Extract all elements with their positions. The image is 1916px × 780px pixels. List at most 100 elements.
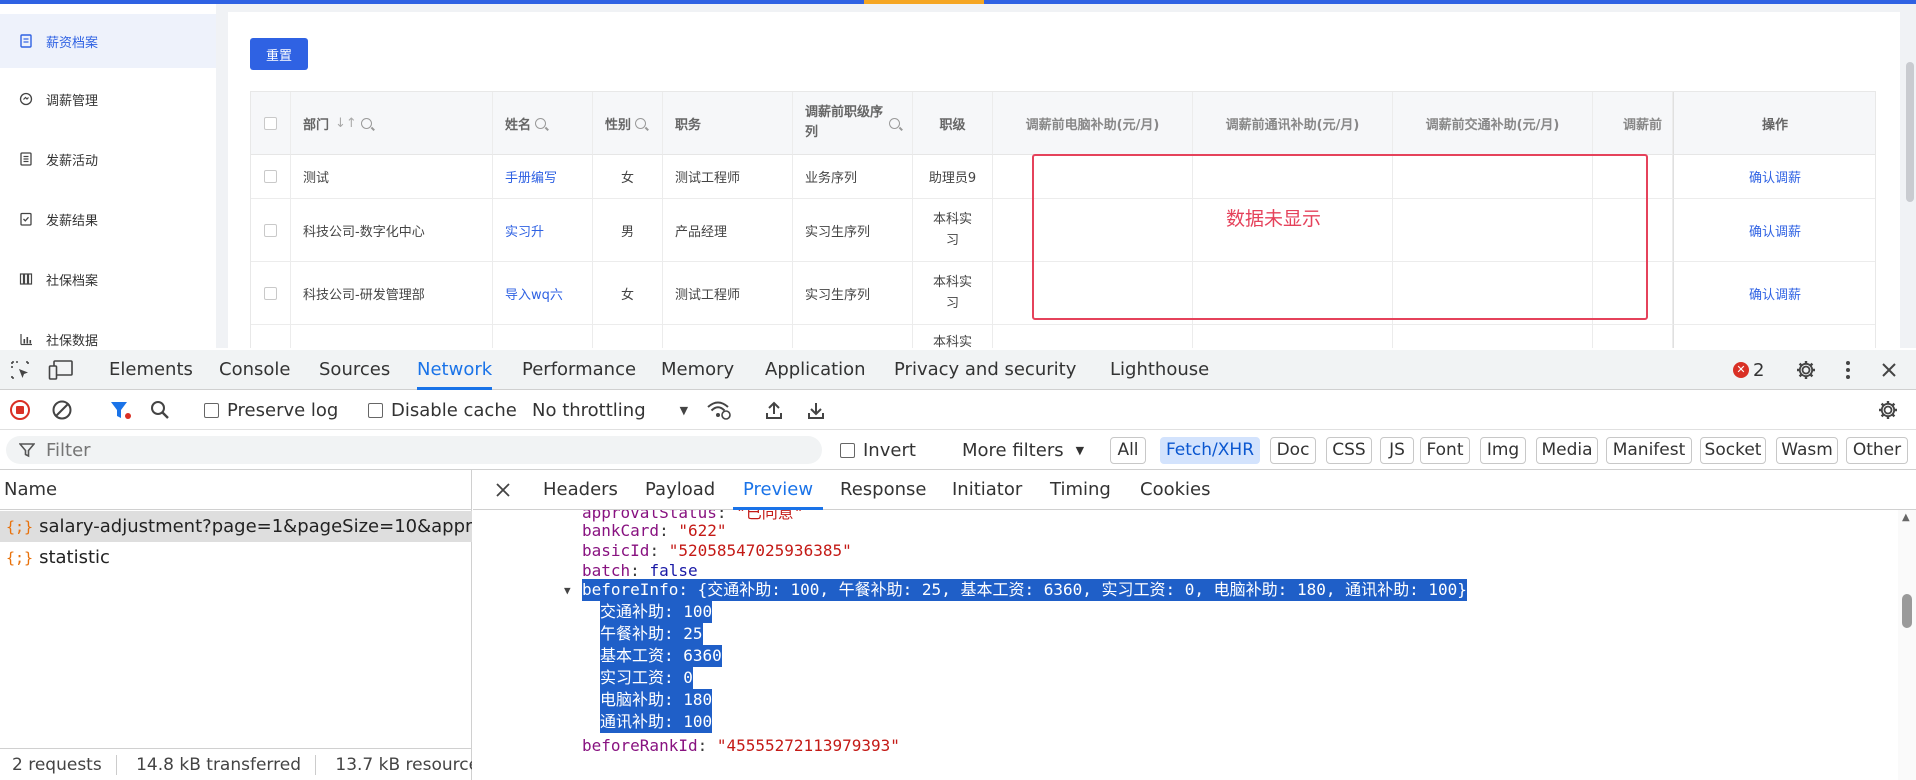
json-child-line[interactable]: 午餐补助: 25 (600, 623, 703, 645)
json-child-line[interactable]: 电脑补助: 180 (600, 689, 713, 711)
export-har-icon[interactable] (804, 399, 828, 421)
sort-icon[interactable]: ↓↑ (335, 116, 357, 131)
tab-performance[interactable]: Performance (522, 350, 636, 390)
tab-lighthouse[interactable]: Lighthouse (1110, 350, 1209, 390)
tab-elements[interactable]: Elements (109, 350, 193, 390)
scroll-up-arrow-icon[interactable]: ▲ (1902, 512, 1910, 523)
filter-funnel-icon[interactable] (108, 399, 134, 421)
sidebar-item-social-data[interactable]: 社保数据 (0, 312, 216, 348)
tab-payload[interactable]: Payload (645, 470, 715, 510)
checkbox[interactable] (264, 223, 277, 237)
confirm-adjust-link[interactable]: 确认调薪 (1673, 155, 1875, 199)
sidebar-item-salary-adjust[interactable]: 调薪管理 (0, 72, 216, 126)
reset-button[interactable]: 重置 (250, 38, 308, 70)
header-gender[interactable]: 性别 (593, 92, 663, 155)
record-stop-icon[interactable] (8, 399, 32, 421)
confirm-adjust-link[interactable]: 确认调薪 (1673, 262, 1875, 325)
more-filters-dropdown[interactable]: More filters ▼ (962, 430, 1084, 470)
checkbox[interactable] (840, 442, 855, 458)
json-child-line[interactable]: 实习工资: 0 (600, 667, 693, 689)
app-scrollbar[interactable] (1906, 62, 1914, 202)
sidebar-item-payroll-activity[interactable]: 发薪活动 (0, 132, 216, 186)
sidebar-item-payroll-result[interactable]: 发薪结果 (0, 192, 216, 246)
type-filter-fetch-xhr[interactable]: Fetch/XHR (1160, 437, 1260, 464)
sidebar-item-social-archive[interactable]: 社保档案 (0, 252, 216, 306)
cell-name-link[interactable]: 导入wq六 (493, 262, 593, 325)
search-icon[interactable] (148, 399, 172, 421)
type-filter-doc[interactable]: Doc (1270, 437, 1316, 464)
type-filter-wasm[interactable]: Wasm (1776, 437, 1838, 464)
device-toolbar-icon[interactable] (48, 358, 74, 382)
type-filter-all[interactable]: All (1110, 437, 1146, 464)
json-line[interactable]: bankCard: "622" (582, 520, 727, 542)
json-line-selected[interactable]: beforeInfo: {交通补助: 100, 午餐补助: 25, 基本工资: … (582, 579, 1467, 601)
tab-console[interactable]: Console (219, 350, 290, 390)
type-filter-js[interactable]: JS (1380, 437, 1414, 464)
json-child-line[interactable]: 交通补助: 100 (600, 601, 713, 623)
settings-gear-icon[interactable] (1794, 359, 1818, 381)
error-indicator[interactable]: ✕ 2 (1733, 359, 1764, 381)
tab-response[interactable]: Response (840, 470, 926, 510)
import-har-icon[interactable] (762, 399, 786, 421)
json-line[interactable]: basicId: "52058547025936385" (582, 540, 852, 562)
sidebar-item-salary-archive[interactable]: 薪资档案 (0, 14, 216, 68)
tab-network[interactable]: Network (417, 350, 493, 390)
filter-input[interactable] (6, 436, 822, 464)
tab-preview[interactable]: Preview (732, 470, 824, 510)
expand-triangle-icon[interactable]: ▼ (564, 580, 571, 602)
json-line[interactable]: beforeRankId: "45555272113979393" (582, 735, 900, 757)
header-dept[interactable]: 部门 ↓↑ (291, 92, 493, 155)
checkbox[interactable] (368, 402, 383, 418)
more-options-icon[interactable] (1838, 359, 1858, 381)
type-filter-socket[interactable]: Socket (1700, 437, 1766, 464)
search-icon[interactable] (535, 117, 547, 129)
row-select[interactable] (251, 199, 291, 262)
close-devtools-icon[interactable] (1878, 359, 1900, 381)
type-filter-font[interactable]: Font (1420, 437, 1470, 464)
checkbox[interactable] (204, 402, 219, 418)
search-icon[interactable] (360, 117, 372, 129)
request-list-header[interactable]: Name (0, 470, 472, 510)
row-select[interactable] (251, 262, 291, 325)
type-filter-img[interactable]: Img (1480, 437, 1526, 464)
network-settings-gear-icon[interactable] (1876, 399, 1900, 421)
row-select[interactable] (251, 155, 291, 199)
json-child-line[interactable]: 通讯补助: 100 (600, 711, 713, 733)
tab-timing[interactable]: Timing (1050, 470, 1111, 510)
search-icon[interactable] (889, 117, 900, 129)
checkbox[interactable] (264, 170, 277, 183)
type-filter-media[interactable]: Media (1536, 437, 1598, 464)
request-row[interactable]: {;} salary-adjustment?page=1&pageSize=10… (0, 511, 472, 542)
throttling-select[interactable]: No throttling ▼ (532, 390, 688, 430)
tab-headers[interactable]: Headers (543, 470, 618, 510)
checkbox[interactable] (264, 116, 277, 130)
header-seq[interactable]: 调薪前职级序列 (793, 92, 913, 155)
inspect-element-icon[interactable] (8, 358, 32, 382)
preview-scrollbar-thumb[interactable] (1902, 594, 1912, 628)
tab-initiator[interactable]: Initiator (952, 470, 1022, 510)
preview-scrollbar-track[interactable]: ▲ (1898, 510, 1916, 780)
tab-cookies[interactable]: Cookies (1140, 470, 1210, 510)
header-name[interactable]: 姓名 (493, 92, 593, 155)
close-detail-icon[interactable] (493, 480, 513, 500)
tab-application[interactable]: Application (765, 350, 866, 390)
preserve-log-checkbox[interactable]: Preserve log (204, 390, 338, 430)
type-filter-manifest[interactable]: Manifest (1606, 437, 1692, 464)
header-select-all[interactable] (251, 92, 291, 155)
network-conditions-icon[interactable] (706, 399, 732, 421)
cell-name-link[interactable]: 手册编写 (493, 155, 593, 199)
tab-sources[interactable]: Sources (319, 350, 390, 390)
tab-memory[interactable]: Memory (661, 350, 734, 390)
type-filter-css[interactable]: CSS (1326, 437, 1372, 464)
search-icon[interactable] (635, 117, 647, 129)
cell-name-link[interactable]: 实习升 (493, 199, 593, 262)
clear-icon[interactable] (50, 399, 74, 421)
confirm-adjust-link[interactable]: 确认调薪 (1673, 199, 1875, 262)
request-row[interactable]: {;} statistic (0, 542, 472, 573)
type-filter-other[interactable]: Other (1846, 437, 1908, 464)
tab-privacy-security[interactable]: Privacy and security (894, 350, 1076, 390)
json-child-line[interactable]: 基本工资: 6360 (600, 645, 722, 667)
invert-checkbox[interactable]: Invert (840, 430, 916, 470)
disable-cache-checkbox[interactable]: Disable cache (368, 390, 517, 430)
checkbox[interactable] (264, 286, 277, 300)
